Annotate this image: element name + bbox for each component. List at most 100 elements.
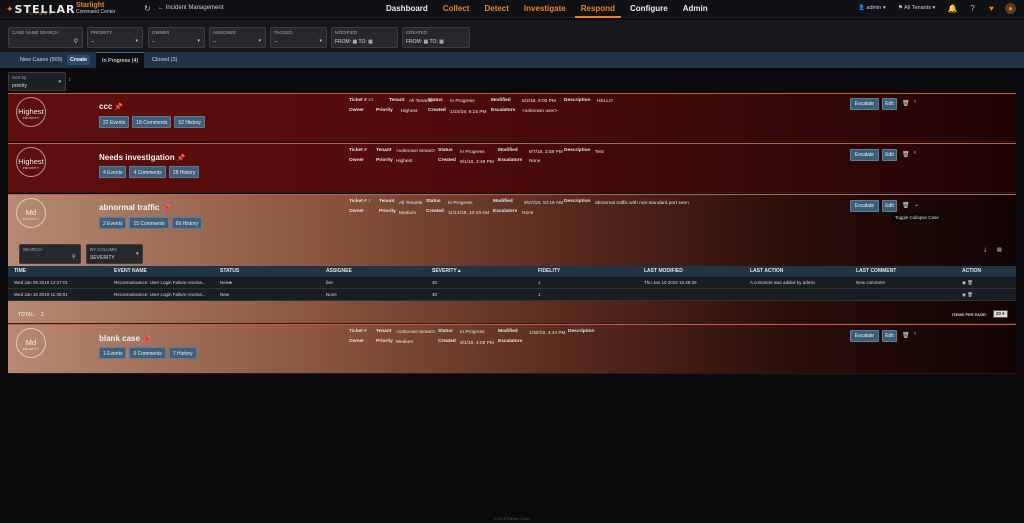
comments-button[interactable]: 18 Comments	[132, 116, 172, 128]
nav-configure[interactable]: Configure	[624, 0, 674, 18]
case-name-search-input[interactable]: CASE NAME SEARCH ⚲	[8, 27, 83, 48]
delete-icon[interactable]: 🗑	[902, 202, 910, 209]
sort-select[interactable]: Sort by priority ▾	[8, 72, 66, 91]
column-header-event-name[interactable]: EVENT NAME	[114, 266, 220, 277]
column-header-last-modified[interactable]: LAST MODIFIED	[644, 266, 750, 277]
column-header-last-action[interactable]: LAST ACTION	[750, 266, 856, 277]
view-icon[interactable]: ◉	[962, 280, 966, 285]
tooltip: Toggle Collapse Case	[892, 213, 942, 222]
escalate-button[interactable]: Escalate	[850, 330, 879, 342]
pin-icon[interactable]: 📌	[177, 155, 186, 162]
events-button[interactable]: 1 Events	[99, 347, 127, 359]
search-icon: ⚲	[73, 39, 78, 45]
sort-direction-icon[interactable]: ↕	[68, 77, 71, 83]
tab-closed[interactable]: Closed (3)	[152, 52, 192, 68]
search-icon: ⚲	[72, 254, 76, 260]
table-row[interactable]: Wed Jan 16 2019 11:36:01 Reconnaissance:…	[8, 289, 1016, 301]
column-header-status[interactable]: STATUS	[220, 266, 326, 277]
view-icon[interactable]: ◉	[962, 292, 966, 297]
created-date-range[interactable]: CREATED FROM: ▦ TO: ▦	[402, 27, 470, 48]
tab-in-progress[interactable]: In Progress (4)	[96, 52, 144, 68]
tab-new-cases[interactable]: New Cases (509)	[20, 52, 66, 68]
case-title[interactable]: ccc 📌	[99, 102, 123, 111]
column-select[interactable]: BY COLUMN SEVERITY ▾	[86, 244, 143, 264]
edit-button[interactable]: Edit	[882, 149, 897, 161]
case-title[interactable]: abnormal traffic 📌	[99, 203, 170, 212]
nav-admin[interactable]: Admin	[677, 0, 714, 18]
case-title[interactable]: Needs investigation 📌	[99, 153, 185, 162]
events-button[interactable]: 22 Events	[99, 116, 130, 128]
delete-icon[interactable]: 🗑	[902, 151, 910, 158]
help-icon[interactable]: ?	[967, 3, 978, 14]
logo-star-icon: ✦	[6, 3, 14, 14]
events-button[interactable]: 2 Events	[99, 217, 127, 229]
heart-icon[interactable]: ♥	[986, 3, 997, 14]
bell-icon[interactable]: 🔔	[947, 3, 958, 14]
refresh-icon[interactable]: ↻	[144, 4, 151, 13]
comments-button[interactable]: 0 Comments	[129, 347, 166, 359]
pin-icon[interactable]: 📌	[142, 336, 151, 343]
items-per-page-select[interactable]: 20 ▾	[993, 310, 1008, 318]
nav-collect[interactable]: Collect	[437, 0, 476, 18]
footer-copyright: ©2019 Stellar Cyber	[493, 516, 531, 521]
filter-bar: CASE NAME SEARCH ⚲ PRIORITY -- ▾ OWNER -- ▾ …	[0, 20, 1024, 52]
nav-investigate[interactable]: Investigate	[518, 0, 572, 18]
download-icon[interactable]: ⤓	[984, 247, 986, 253]
assignee-select[interactable]: ASSIGNEE -- ▾	[209, 27, 266, 48]
modified-date-range[interactable]: MODIFIED FROM: ▦ TO: ▦	[331, 27, 398, 48]
chevron-down-icon[interactable]: ⌄	[914, 201, 919, 208]
history-button[interactable]: 28 History	[168, 166, 200, 178]
comments-button[interactable]: 4 Comments	[129, 166, 166, 178]
priority-select[interactable]: PRIORITY -- ▾	[87, 27, 143, 48]
case-meta: Ticket # 24	[349, 98, 374, 103]
escalate-button[interactable]: Escalate	[850, 98, 879, 110]
case-title[interactable]: blank case 📌	[99, 334, 151, 343]
nav-detect[interactable]: Detect	[478, 0, 514, 18]
history-button[interactable]: 69 History	[171, 217, 203, 229]
column-header-assignee[interactable]: ASSIGNEE	[326, 266, 432, 277]
column-header-fidelity[interactable]: FIDELITY	[538, 266, 644, 277]
escalate-button[interactable]: Escalate	[850, 200, 879, 212]
events-button[interactable]: 4 Events	[99, 166, 127, 178]
column-header-time[interactable]: TIME	[8, 266, 114, 277]
tenant-icon: ⚑	[898, 5, 903, 11]
avatar[interactable]: ●	[1005, 3, 1016, 14]
pin-icon[interactable]: 📌	[161, 205, 170, 212]
chevron-left-icon[interactable]: ‹	[914, 331, 916, 337]
table-row[interactable]: Wed Jan 09 2019 12:27:01 Reconnaissance:…	[8, 277, 1016, 289]
main-nav: Dashboard Collect Detect Investigate Res…	[380, 0, 717, 18]
nav-respond[interactable]: Respond	[574, 0, 621, 18]
delete-icon[interactable]: 🗑	[902, 332, 910, 339]
tenant-menu[interactable]: ⚑ All Tenants ▾	[898, 5, 935, 11]
pin-icon[interactable]: 📌	[114, 104, 123, 111]
history-button[interactable]: 7 History	[168, 347, 197, 359]
logo-subtext: CYBER	[30, 11, 54, 16]
column-header-last-comment[interactable]: LAST COMMENT	[856, 266, 962, 277]
columns-icon[interactable]: ▤	[997, 247, 1002, 253]
column-header-action: ACTION	[962, 268, 982, 274]
delete-icon[interactable]: 🗑	[902, 100, 910, 107]
breadcrumb[interactable]: ← Incident Management	[158, 5, 223, 11]
owner-select[interactable]: OWNER -- ▾	[148, 27, 205, 48]
event-search-input[interactable]: SEARCH ⚲	[19, 244, 81, 264]
tagged-select[interactable]: TAGGED -- ▾	[270, 27, 327, 48]
edit-button[interactable]: Edit	[882, 330, 897, 342]
priority-badge: Md PRIORITY	[16, 328, 46, 358]
chevron-left-icon[interactable]: ‹	[914, 99, 916, 105]
items-per-page-label: ITEMS PER PAGE:	[952, 312, 988, 317]
table-footer: TOTAL: 2 ITEMS PER PAGE: 20 ▾	[8, 309, 1016, 323]
edit-button[interactable]: Edit	[882, 98, 897, 110]
column-header-severity[interactable]: SEVERITY▲	[432, 266, 538, 277]
delete-icon[interactable]: 🗑	[967, 280, 973, 285]
user-icon: 👤	[858, 5, 865, 11]
delete-icon[interactable]: 🗑	[967, 292, 973, 297]
edit-button[interactable]: Edit	[882, 200, 897, 212]
create-button[interactable]: Create	[67, 55, 91, 65]
user-menu[interactable]: 👤 admin ▾	[858, 5, 886, 11]
nav-dashboard[interactable]: Dashboard	[380, 0, 434, 18]
comments-button[interactable]: 15 Comments	[129, 217, 169, 229]
escalate-button[interactable]: Escalate	[850, 149, 879, 161]
total-count: 2	[41, 312, 44, 318]
chevron-left-icon[interactable]: ‹	[914, 150, 916, 156]
history-button[interactable]: 52 History	[174, 116, 205, 128]
